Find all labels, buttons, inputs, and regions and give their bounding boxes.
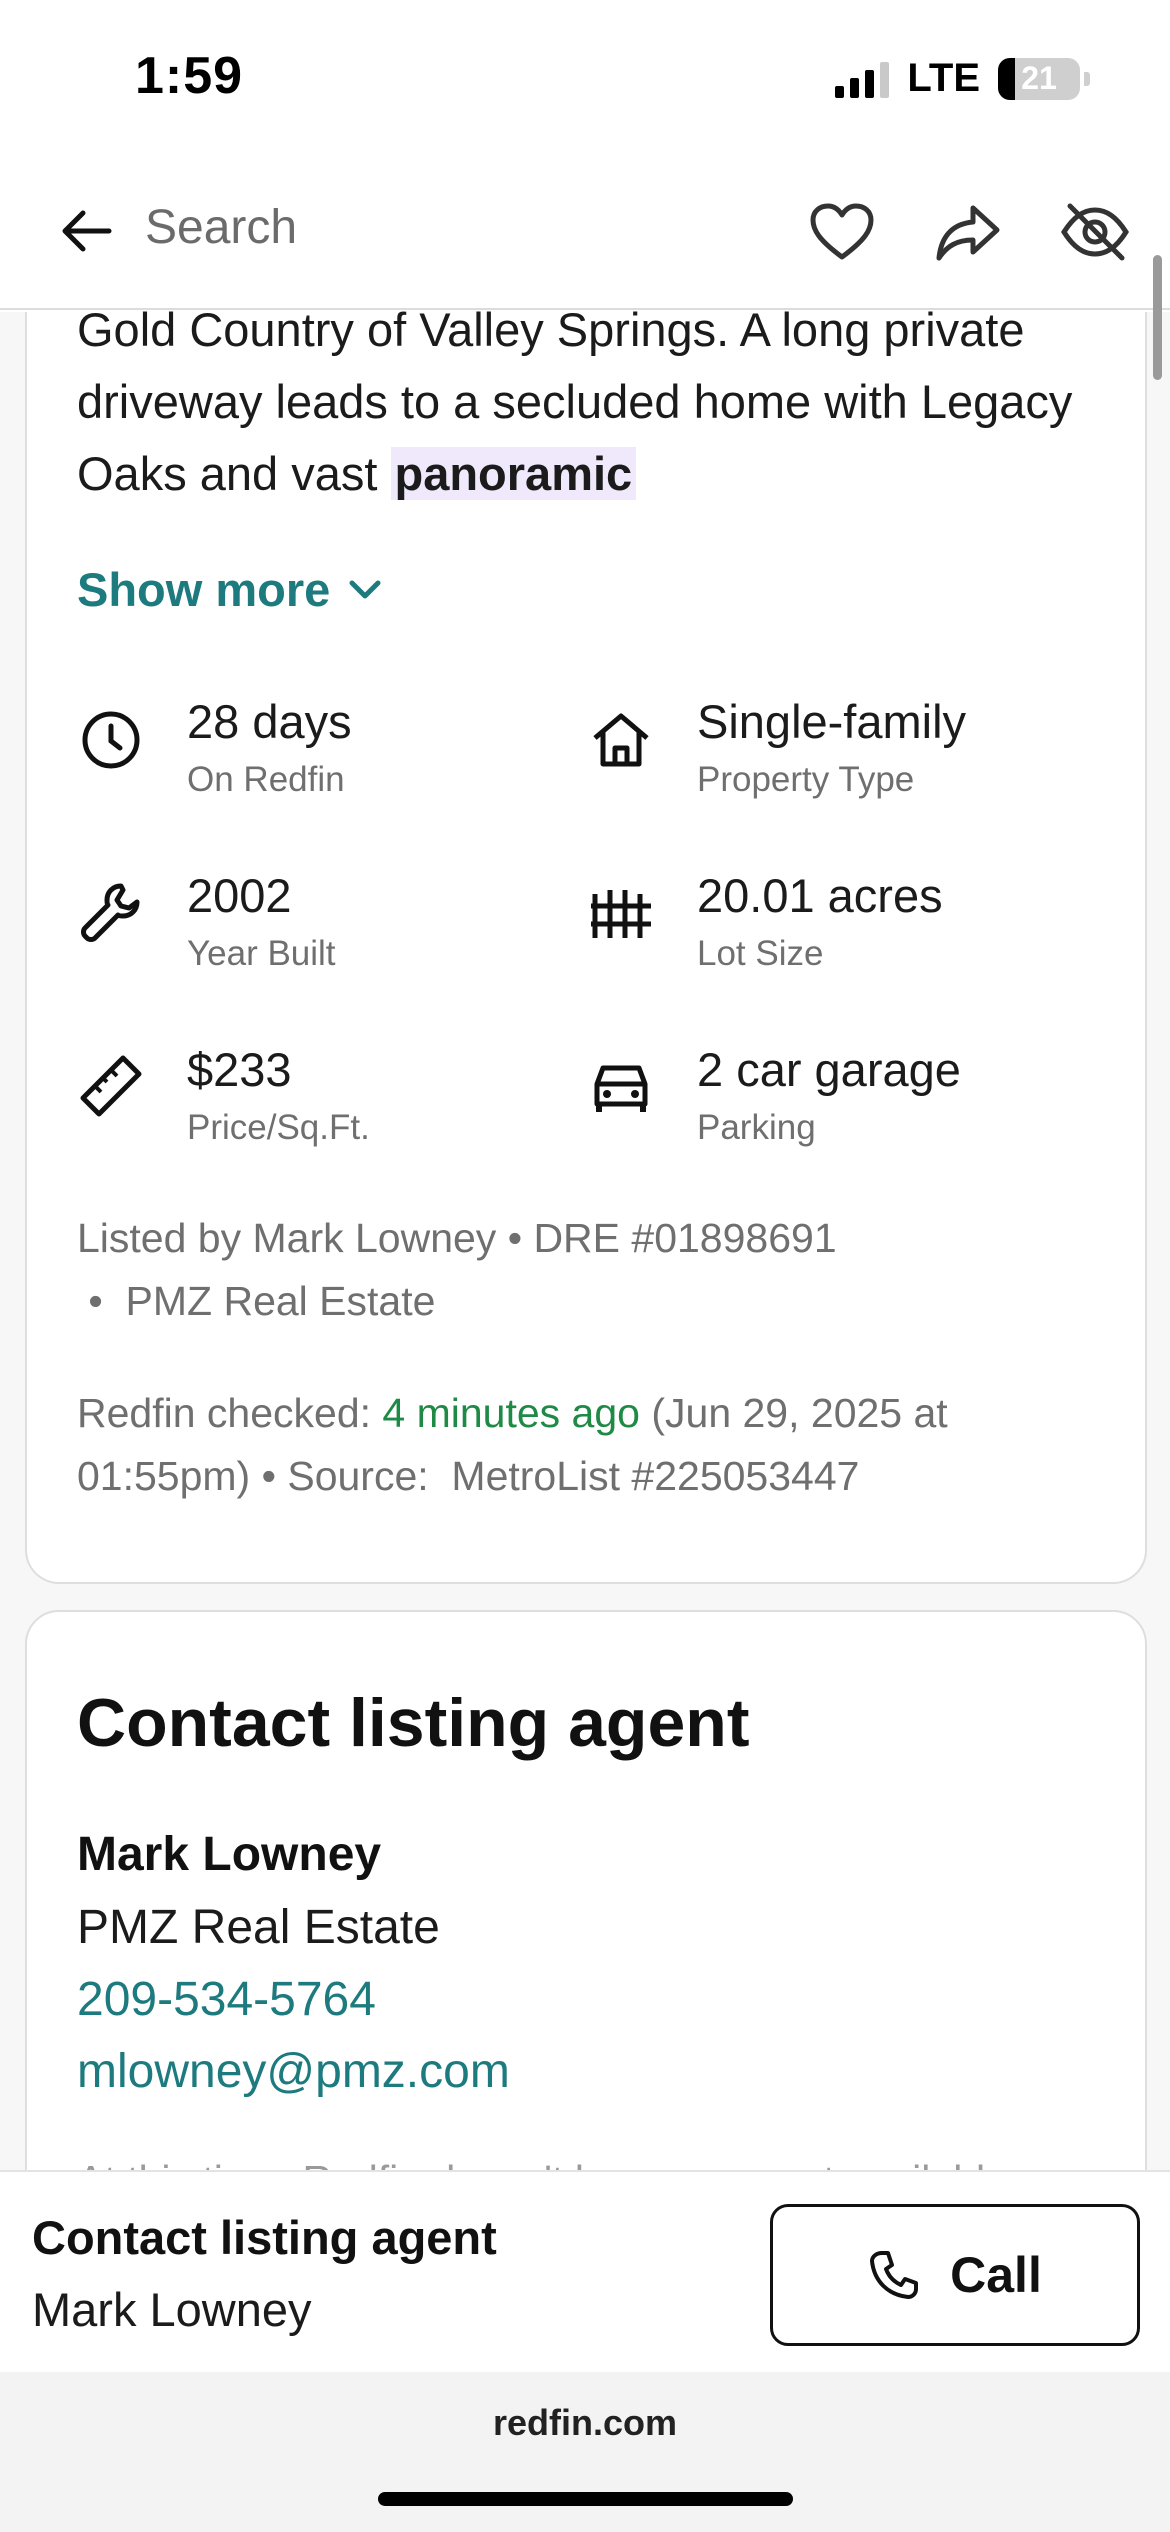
fact-property-type: Single-family Property Type bbox=[587, 694, 1067, 824]
fact-days-on-redfin: 28 days On Redfin bbox=[77, 694, 557, 824]
house-icon bbox=[593, 713, 649, 767]
chevron-down-icon bbox=[349, 580, 381, 598]
property-details-card: Gold Country of Valley Springs. A long p… bbox=[25, 303, 1147, 1584]
scrollbar-thumb[interactable] bbox=[1153, 255, 1162, 380]
fact-label: Parking bbox=[697, 1108, 816, 1147]
status-bar: 1:59 LTE 21 bbox=[0, 0, 1170, 160]
battery-percent: 21 bbox=[1021, 59, 1057, 96]
agent-phone-link[interactable]: 209-534-5764 bbox=[77, 1972, 376, 2027]
show-more-label: Show more bbox=[77, 563, 331, 616]
hide-eye-icon[interactable] bbox=[1055, 192, 1135, 272]
back-arrow-icon[interactable] bbox=[50, 196, 120, 266]
battery-icon: 21 bbox=[998, 57, 1080, 100]
signal-icon bbox=[835, 60, 890, 98]
fact-label: Year Built bbox=[187, 934, 336, 973]
home-indicator[interactable] bbox=[378, 2492, 793, 2506]
battery-cap bbox=[1084, 71, 1090, 86]
phone-icon bbox=[870, 2251, 919, 2299]
redfin-checked-info: Redfin checked: 4 minutes ago (Jun 29, 2… bbox=[77, 1382, 1117, 1508]
url-bar[interactable]: redfin.com bbox=[0, 2402, 1170, 2444]
fact-parking: 2 car garage Parking bbox=[587, 1042, 1067, 1172]
fact-lot-size: 20.01 acres Lot Size bbox=[587, 868, 1067, 998]
agent-name: Mark Lowney bbox=[77, 1828, 382, 1881]
contact-card-title: Contact listing agent bbox=[77, 1685, 750, 1761]
fact-value: $233 bbox=[187, 1043, 292, 1096]
checked-prefix: Redfin checked: bbox=[77, 1390, 383, 1436]
search-input[interactable]: Search bbox=[145, 200, 297, 255]
fact-label: On Redfin bbox=[187, 760, 345, 799]
property-description: Gold Country of Valley Springs. A long p… bbox=[77, 294, 1107, 510]
listed-by-line: Listed by Mark Lowney • DRE #01898691 bbox=[77, 1215, 837, 1261]
status-time: 1:59 bbox=[135, 47, 244, 105]
sticky-title: Contact listing agent bbox=[32, 2211, 497, 2264]
top-nav-bar: Search bbox=[0, 160, 1170, 310]
car-icon bbox=[594, 1065, 648, 1112]
status-indicators: LTE 21 bbox=[835, 56, 1090, 101]
fact-value: 20.01 acres bbox=[697, 869, 943, 922]
fact-label: Property Type bbox=[697, 760, 915, 799]
wrench-icon bbox=[81, 883, 140, 942]
share-icon[interactable] bbox=[928, 192, 1008, 272]
listed-by-office: • PMZ Real Estate bbox=[77, 1278, 436, 1324]
fact-value: Single-family bbox=[697, 695, 967, 748]
sticky-agent-name: Mark Lowney bbox=[32, 2283, 312, 2336]
fact-label: Lot Size bbox=[697, 934, 824, 973]
ruler-icon bbox=[80, 1055, 142, 1117]
agent-email-link[interactable]: mlowney@pmz.com bbox=[77, 2044, 510, 2099]
fact-value: 2002 bbox=[187, 869, 292, 922]
call-label: Call bbox=[950, 2247, 1042, 2303]
fact-value: 2 car garage bbox=[697, 1043, 961, 1096]
fact-year-built: 2002 Year Built bbox=[77, 868, 557, 998]
listed-by-info: Listed by Mark Lowney • DRE #01898691 • … bbox=[77, 1207, 1107, 1333]
description-highlight: panoramic bbox=[390, 447, 637, 500]
clock-icon bbox=[82, 711, 140, 769]
checked-time: 4 minutes ago bbox=[382, 1390, 640, 1436]
fact-label: Price/Sq.Ft. bbox=[187, 1108, 370, 1147]
call-button[interactable]: Call bbox=[770, 2204, 1140, 2346]
heart-icon[interactable] bbox=[802, 192, 882, 272]
fact-price-per-sqft: $233 Price/Sq.Ft. bbox=[77, 1042, 557, 1172]
agent-office: PMZ Real Estate bbox=[77, 1901, 440, 1954]
sticky-contact-bar: Contact listing agent Mark Lowney Call bbox=[0, 2170, 1170, 2372]
browser-footer: redfin.com bbox=[0, 2372, 1170, 2532]
show-more-button[interactable]: Show more bbox=[77, 562, 382, 617]
fact-value: 28 days bbox=[187, 695, 352, 748]
network-label: LTE bbox=[907, 56, 980, 100]
fence-icon bbox=[591, 890, 651, 938]
